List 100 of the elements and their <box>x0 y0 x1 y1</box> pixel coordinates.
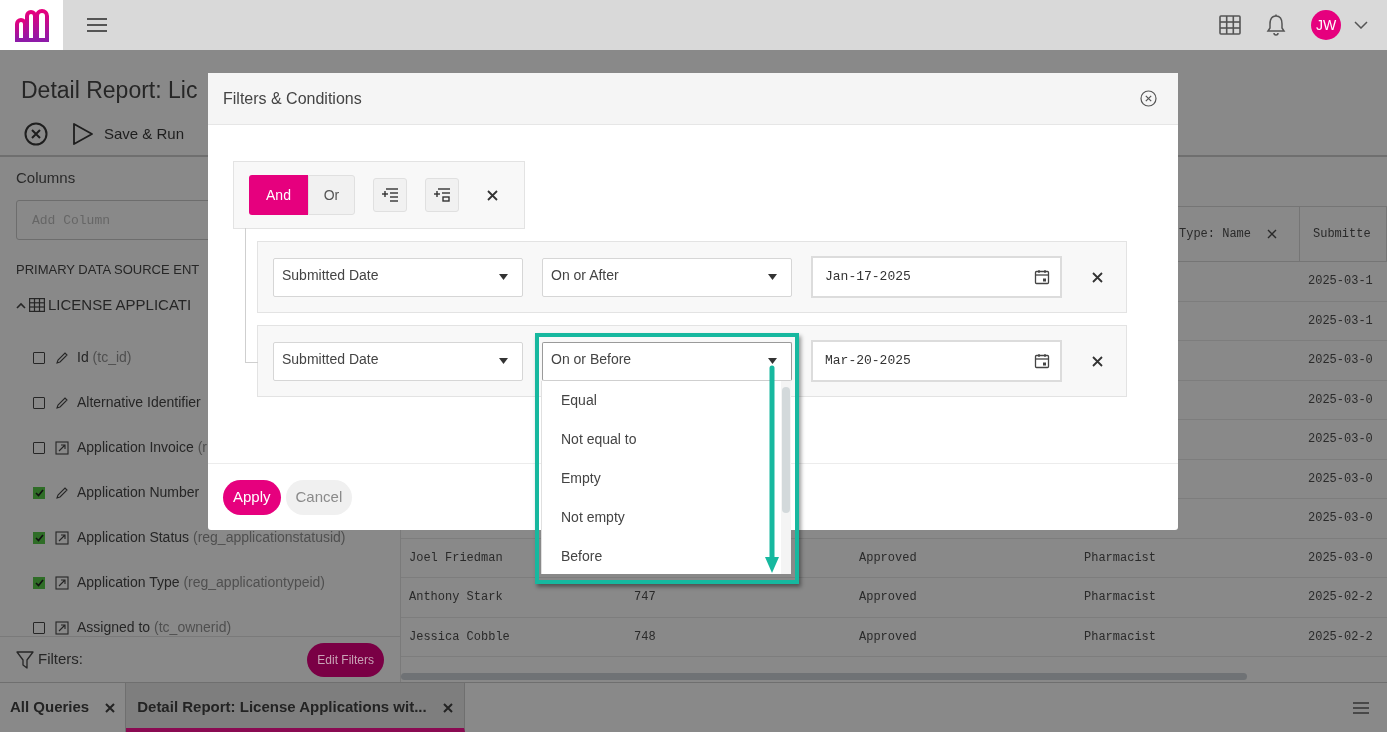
dropdown-option[interactable]: Empty <box>542 459 781 498</box>
date-field[interactable]: Jan-17-2025 <box>811 256 1062 298</box>
table-cell-text: 748 <box>634 628 656 646</box>
column-field[interactable]: Alternative Identifier <box>77 392 201 413</box>
logic-toggle[interactable]: Or <box>308 175 355 215</box>
external-link-icon <box>55 575 69 590</box>
add-group-icon <box>433 188 451 202</box>
tab[interactable]: Detail Report: License Applications wit... <box>126 683 465 732</box>
column-header[interactable]: Type: Name <box>1179 225 1251 243</box>
page-title: Detail Report: Lic <box>21 76 198 105</box>
logic-toggle[interactable]: And <box>249 175 308 215</box>
close-icon[interactable] <box>442 702 453 713</box>
checkbox[interactable] <box>33 486 45 499</box>
menu-icon[interactable] <box>1353 701 1369 714</box>
dropdown-option[interactable]: Equal <box>542 381 781 420</box>
close-icon <box>1091 271 1103 283</box>
close-icon <box>486 189 498 201</box>
checkbox[interactable] <box>33 351 45 364</box>
dropdown-option[interactable]: Not equal to <box>542 420 781 459</box>
column-header[interactable]: Submitte <box>1313 225 1371 243</box>
table-cell-text: 2025-03-0 <box>1308 391 1373 409</box>
column-field[interactable]: Id (tc_id) <box>77 347 132 368</box>
calendar-icon <box>1034 353 1050 369</box>
menu-icon[interactable] <box>87 17 107 33</box>
table-cell-text: 2025-03-0 <box>1308 431 1373 449</box>
table-cell-text: 2025-03-0 <box>1308 510 1373 528</box>
column-field[interactable]: Application Status (reg_applicationstatusid) <box>77 527 346 548</box>
cancel-button[interactable]: Cancel <box>285 479 353 515</box>
table-cell-text: 2025-03-1 <box>1308 273 1373 291</box>
checkbox[interactable] <box>33 576 45 589</box>
close-icon[interactable] <box>1267 229 1277 239</box>
close-icon <box>1091 355 1103 367</box>
table-cell-text: 2025-02-2 <box>1308 589 1373 607</box>
close-button[interactable] <box>23 121 49 147</box>
save-run-button[interactable]: Save & Run <box>72 122 185 146</box>
date-field[interactable]: Mar-20-2025 <box>811 340 1062 382</box>
table-cell-text: 2025-03-0 <box>1308 549 1373 567</box>
chevron-down-icon[interactable] <box>1354 21 1368 29</box>
field-select[interactable]: Submitted Date <box>273 341 523 381</box>
table-cell-text: 2025-03-1 <box>1308 312 1373 330</box>
grid-icon[interactable] <box>1219 15 1241 35</box>
table-cell-text: Pharmacist <box>1084 589 1156 607</box>
column-field[interactable]: Application Invoice (r <box>77 437 207 458</box>
close-icon[interactable] <box>1140 90 1157 107</box>
apply-button[interactable]: Apply <box>223 479 281 515</box>
filter-icon <box>16 650 34 669</box>
dropdown-option[interactable]: Before <box>542 537 781 576</box>
operator-select[interactable]: On or Before <box>542 341 792 381</box>
caret-down-icon <box>499 274 508 280</box>
table-cell-text: Approved <box>859 628 917 646</box>
operator-select[interactable]: On or After <box>542 257 792 297</box>
scrollbar-thumb[interactable] <box>401 673 1247 680</box>
table-cell-text: 2025-02-2 <box>1308 628 1373 646</box>
caret-down-icon <box>499 358 508 364</box>
close-icon <box>24 122 48 146</box>
table-cell-text: Joel Friedman <box>409 549 503 567</box>
pencil-icon <box>55 395 69 410</box>
add-group-button[interactable] <box>425 178 459 212</box>
checkbox[interactable] <box>33 531 45 544</box>
checkbox[interactable] <box>33 396 45 409</box>
scrollbar-thumb[interactable] <box>782 387 790 513</box>
check-icon <box>34 578 44 587</box>
entity-label[interactable]: LICENSE APPLICATI <box>48 293 192 317</box>
close-icon[interactable] <box>105 702 116 713</box>
avatar[interactable]: JW <box>1311 10 1341 40</box>
caret-down-icon <box>768 358 777 364</box>
table-cell-text: Jessica Cobble <box>409 628 510 646</box>
remove-condition-button[interactable] <box>1090 270 1104 284</box>
dropdown-option[interactable]: Not empty <box>542 498 781 537</box>
checkbox[interactable] <box>33 621 45 634</box>
table-cell-text: Pharmacist <box>1084 549 1156 567</box>
table-cell-text: Pharmacist <box>1084 628 1156 646</box>
table-cell-text: Approved <box>859 589 917 607</box>
column-field[interactable]: Application Number <box>77 482 200 503</box>
dialog-title: Filters & Conditions <box>223 88 362 109</box>
checkbox[interactable] <box>33 441 45 454</box>
table-icon <box>29 298 45 312</box>
caret-up-icon[interactable] <box>16 301 26 309</box>
table-cell-text: 2025-03-0 <box>1308 470 1373 488</box>
remove-group-button[interactable] <box>485 188 499 202</box>
remove-condition-button[interactable] <box>1090 354 1104 368</box>
field-select[interactable]: Submitted Date <box>273 257 523 297</box>
check-icon <box>34 533 44 542</box>
column-field[interactable]: Assigned to (tc_ownerid) <box>77 617 232 636</box>
table-cell-text: 747 <box>634 589 656 607</box>
check-icon <box>34 488 44 497</box>
column-field[interactable]: Application Type (reg_applicationtypeid) <box>77 572 325 593</box>
section-label: PRIMARY DATA SOURCE ENT <box>15 261 201 279</box>
add-list-icon <box>381 188 399 202</box>
edit-filters-button[interactable]: Edit Filters <box>307 642 384 677</box>
logo-icon[interactable] <box>13 8 50 42</box>
filters-label: Filters: <box>38 649 83 670</box>
add-condition-button[interactable] <box>373 178 407 212</box>
caret-down-icon <box>768 274 777 280</box>
section-heading: Columns <box>15 168 77 189</box>
external-link-icon <box>55 530 69 545</box>
table-cell-text: 2025-03-0 <box>1308 352 1373 370</box>
notification-icon[interactable] <box>1266 14 1286 36</box>
external-link-icon <box>55 620 69 635</box>
pencil-icon <box>55 350 69 365</box>
